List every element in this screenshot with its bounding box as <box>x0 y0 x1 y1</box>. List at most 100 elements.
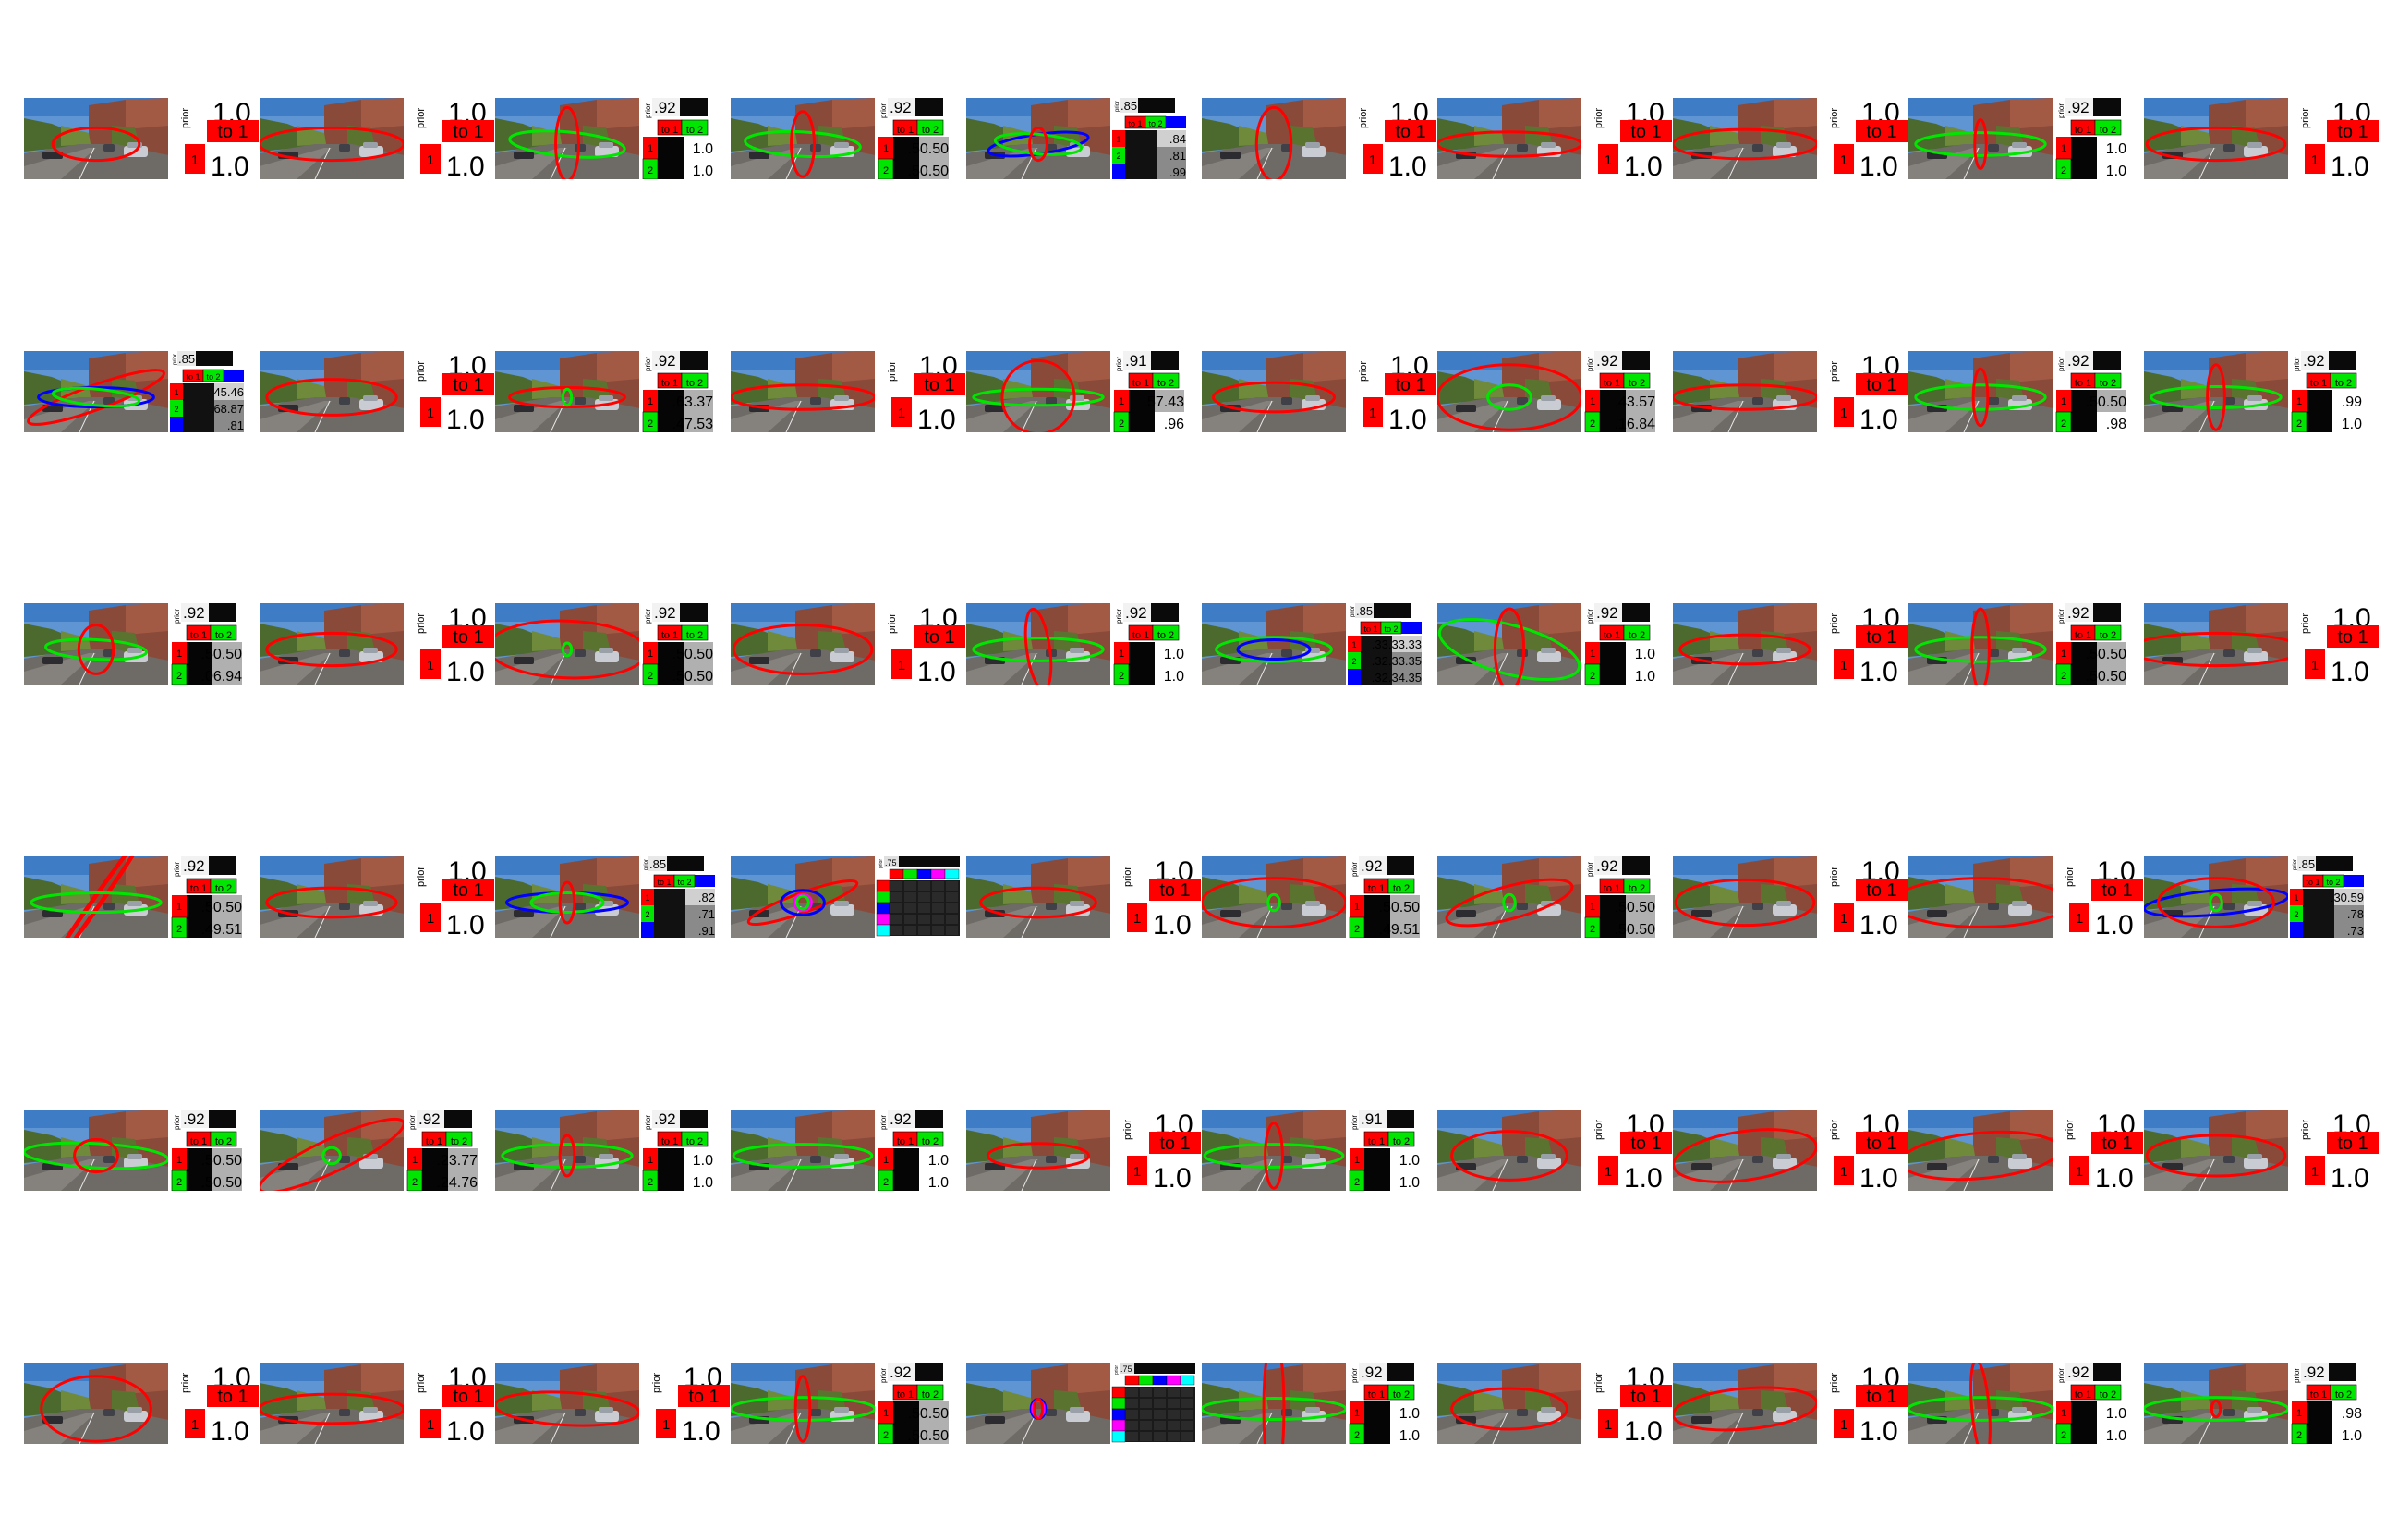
posterior-value: 1.0 <box>1388 152 1427 179</box>
to1-header-label: to 1 <box>190 883 207 894</box>
state2-label: 2 <box>648 418 653 430</box>
to2-header-label: to 2 <box>1393 1389 1410 1401</box>
to1-header-label: to 1 <box>1866 627 1896 648</box>
prior2-box <box>2093 603 2121 622</box>
prior-label: prior <box>1122 867 1133 887</box>
matrix-cell <box>890 903 902 913</box>
posterior-panel: prior .92 to 1 to 2 1 2 .99 1.0 <box>2291 351 2362 432</box>
posterior-panel: prior .92 to 1 to 2 1 2 .98 1.0 <box>2291 1363 2362 1444</box>
transition-value-row1: 1.0 <box>1399 1406 1420 1422</box>
building-facade <box>597 856 639 888</box>
posterior-value: 1.0 <box>446 910 485 938</box>
to1-header-label: to 1 <box>1604 378 1620 389</box>
state1-label: 1 <box>2076 1164 2083 1180</box>
street-frame <box>260 1363 404 1444</box>
car-roof <box>834 1154 849 1159</box>
to2-header-label: to 2 <box>922 125 939 136</box>
to1-header-label: to 1 <box>1630 1387 1661 1407</box>
car-far <box>575 903 586 910</box>
posterior-value: 1.0 <box>2331 1163 2369 1191</box>
car-roof <box>1776 1154 1791 1159</box>
transition-value-row2: .50.50 <box>201 1175 243 1191</box>
car-far <box>1752 903 1763 910</box>
prior2-box <box>209 856 236 875</box>
matrix-cell <box>1126 1388 1138 1397</box>
posterior-panel: prior 1.0to 11 1.0 <box>180 98 259 179</box>
state2-label: 2 <box>1354 924 1360 935</box>
transition-value-row2: .50.50 <box>908 1428 950 1444</box>
street-photo <box>260 856 404 938</box>
street-photo <box>1908 351 2053 432</box>
to1-header-label: to 1 <box>217 1387 248 1407</box>
to1-header-label: to 1 <box>1866 1134 1896 1154</box>
cell-dark <box>1364 1401 1390 1424</box>
transition-value-row2: 1.0 <box>693 164 713 179</box>
car-far <box>810 144 821 152</box>
prior2-box <box>1138 98 1175 113</box>
to1-header-label: to 1 <box>2337 1134 2368 1154</box>
state1-label: 1 <box>176 1155 182 1166</box>
posterior-value: 1.0 <box>2095 910 2134 938</box>
prior-label: prior <box>644 357 652 371</box>
building-facade <box>126 1110 168 1141</box>
building-facade <box>597 351 639 382</box>
street-frame <box>966 603 1110 685</box>
state-label: 1 <box>1351 640 1356 649</box>
prior2-box <box>2329 1363 2356 1381</box>
street-frame <box>495 603 639 685</box>
building-facade <box>2010 603 2053 635</box>
posterior-value: 1.0 <box>1859 152 1898 179</box>
prior2-box <box>2093 351 2121 370</box>
street-photo <box>1673 98 1817 179</box>
to1-header-label: to 1 <box>2337 122 2368 142</box>
street-photo <box>966 1110 1110 1191</box>
matrix-cell <box>1168 1399 1180 1408</box>
transition-value-row3: .99 <box>1169 165 1186 179</box>
building-facade <box>832 98 875 129</box>
posterior-panel-single: prior 1.0to 11 1.0 <box>1829 603 1908 685</box>
car-roof <box>363 142 378 148</box>
car-roof <box>1776 648 1791 653</box>
street-photo <box>1908 98 2053 179</box>
to-header-box <box>1180 1375 1195 1386</box>
building-facade <box>1539 603 1581 635</box>
car-far <box>575 144 586 152</box>
street-photo <box>495 98 639 179</box>
street-photo <box>260 1110 404 1191</box>
posterior-panel-single: prior 1.0to 11 1.0 <box>1829 1110 1908 1191</box>
transition-value-row1: .63.37 <box>672 394 714 410</box>
street-frame <box>1908 1363 2053 1444</box>
building-facade <box>1068 603 1110 635</box>
street-photo <box>731 98 875 179</box>
car-far <box>2223 1409 2235 1416</box>
to1-header-label: to 1 <box>661 125 678 136</box>
car-far <box>103 144 115 152</box>
car-roof <box>1305 1407 1320 1413</box>
car-far <box>810 397 821 405</box>
transition-value-row1: .50.50 <box>908 141 950 157</box>
car-far <box>1752 144 1763 152</box>
car-far <box>2223 144 2235 152</box>
state-label: 2 <box>645 910 649 919</box>
to-header-box <box>916 868 932 879</box>
car-roof <box>2247 1407 2262 1413</box>
state2-label: 2 <box>2061 165 2066 176</box>
state1-label: 1 <box>1590 396 1595 407</box>
prior-label: prior <box>2293 1368 2301 1383</box>
posterior-panel-single: prior 1.0to 11 1.0 <box>416 98 494 179</box>
posterior-panel-single: prior 1.0to 11 1.0 <box>2300 98 2379 179</box>
to1-header-label: to 1 <box>2075 378 2091 389</box>
posterior-value: 1.0 <box>917 405 956 432</box>
car-roof <box>1070 395 1084 401</box>
car-far <box>1046 903 1057 910</box>
state1-label: 1 <box>1590 902 1595 913</box>
building-facade <box>1539 1363 1581 1394</box>
figure-grid: prior 1.0 to 1 1 1.0 prior 1.0 to 1 1 1.0 prior .92… <box>0 0 2386 1540</box>
to1-header-label: to 1 <box>453 627 483 648</box>
posterior-panel-two: prior .92 to 1 to 2 1 2 .50.50 .50.50 <box>171 1110 243 1191</box>
building-facade <box>1539 98 1581 129</box>
posterior-panel-single: prior 1.0to 11 1.0 <box>1593 1363 1672 1444</box>
prior-label: prior <box>1829 108 1840 128</box>
building-facade <box>1774 351 1817 382</box>
posterior-value: 1.0 <box>1859 1163 1898 1191</box>
